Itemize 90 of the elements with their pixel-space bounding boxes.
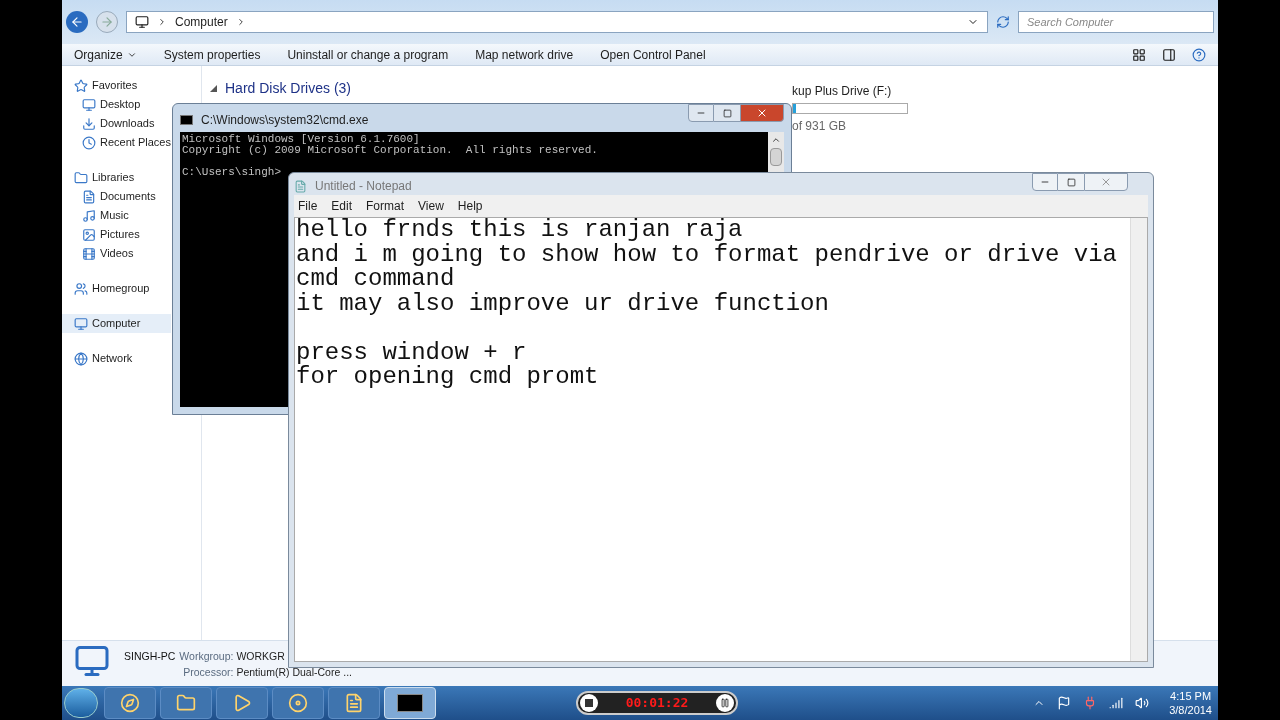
sidebar-icon <box>74 78 88 93</box>
forward-arrow-icon <box>100 15 114 29</box>
flag-icon[interactable] <box>1057 696 1072 710</box>
processor-value: Pentium(R) Dual-Core ... <box>236 664 352 680</box>
toolbar-button[interactable]: Map network drive <box>475 45 574 64</box>
console-output: Microsoft Windows [Version 6.1.7600] Copyright (c) 2009 Microsoft Corporation. All rights reserved. <box>182 134 598 156</box>
sidebar-item[interactable]: Desktop <box>62 95 171 114</box>
maximize-button[interactable] <box>714 104 740 122</box>
sidebar-item[interactable]: Libraries <box>62 168 171 187</box>
address-field[interactable]: Computer <box>126 11 988 33</box>
volume-icon[interactable] <box>1135 696 1150 710</box>
window-title: Untitled - Notepad <box>315 178 412 195</box>
minimize-button[interactable] <box>688 104 714 122</box>
console-prompt: C:\Users\singh> <box>182 167 282 178</box>
sidebar-item[interactable]: Videos <box>62 244 171 263</box>
computer-icon <box>74 643 110 679</box>
sidebar-icon <box>82 97 96 112</box>
stop-button[interactable] <box>580 694 598 712</box>
window-title: C:\Windows\system32\cmd.exe <box>201 112 369 129</box>
menu-item[interactable]: Help <box>457 197 483 215</box>
sidebar-icon <box>74 281 88 296</box>
sidebar-icon <box>82 208 96 223</box>
sidebar-item[interactable]: Homegroup <box>62 279 171 298</box>
pause-button[interactable] <box>716 694 734 712</box>
drive-free-space: of 931 GB <box>792 118 848 135</box>
sidebar-icon <box>82 189 96 204</box>
help-icon[interactable] <box>1192 47 1206 62</box>
signal-icon[interactable] <box>1109 696 1124 710</box>
sidebar-icon <box>82 135 96 150</box>
menu-item[interactable]: Format <box>366 197 405 215</box>
workgroup-value: WORKGR <box>236 649 286 664</box>
toolbar-button[interactable]: Organize <box>74 45 137 64</box>
sidebar-item[interactable]: Computer <box>62 314 171 333</box>
toolbar-button[interactable]: System properties <box>163 45 261 64</box>
toolbar-button[interactable]: Uninstall or change a program <box>287 45 449 64</box>
chevron-icon <box>157 17 167 27</box>
app-icon <box>232 693 252 713</box>
sidebar-item[interactable]: Documents <box>62 187 171 206</box>
close-button[interactable] <box>1084 173 1128 191</box>
menu-item[interactable]: View <box>418 197 444 215</box>
stop-icon <box>585 699 593 707</box>
scrollbar-thumb[interactable] <box>770 148 782 166</box>
maximize-icon <box>1066 177 1076 187</box>
menu-item[interactable]: File <box>298 197 318 215</box>
close-icon <box>1100 176 1112 188</box>
maximize-button[interactable] <box>1058 173 1084 191</box>
sidebar-item[interactable]: Network <box>62 349 171 368</box>
sidebar-item[interactable]: Music <box>62 206 171 225</box>
collapse-icon[interactable] <box>210 85 217 92</box>
close-icon <box>756 107 768 119</box>
close-button[interactable] <box>740 104 784 122</box>
processor-label: Processor: <box>182 664 234 680</box>
breadcrumb[interactable]: Computer <box>175 13 228 31</box>
sidebar-item[interactable]: Downloads <box>62 114 171 133</box>
view-options-icon[interactable] <box>1132 47 1146 62</box>
app-icon <box>120 693 140 713</box>
back-button[interactable] <box>66 11 88 33</box>
sidebar-item[interactable]: Favorites <box>62 76 171 95</box>
app-icon <box>288 693 308 713</box>
scrollbar[interactable] <box>1130 218 1147 661</box>
recording-timer: 00:01:22 <box>625 694 689 713</box>
start-button[interactable] <box>64 688 98 718</box>
console-icon <box>397 694 423 712</box>
app-icon <box>176 693 196 713</box>
sidebar-icon <box>82 227 96 242</box>
sidebar-icon <box>74 351 88 366</box>
refresh-icon[interactable] <box>996 15 1010 29</box>
preview-pane-icon[interactable] <box>1162 47 1176 62</box>
maximize-icon <box>722 108 732 118</box>
sidebar-item[interactable]: Pictures <box>62 225 171 244</box>
sidebar-icon <box>74 170 88 185</box>
console-icon <box>180 115 193 125</box>
clock[interactable]: 4:15 PM 3/8/2014 <box>1169 689 1212 717</box>
notepad-icon <box>294 179 307 193</box>
computer-icon <box>135 15 149 29</box>
computer-name: SINGH-PC <box>124 649 176 664</box>
forward-button[interactable] <box>96 11 118 33</box>
sidebar-icon <box>82 246 96 261</box>
pause-icon <box>720 698 730 708</box>
toolbar-button[interactable]: Open Control Panel <box>600 45 706 64</box>
drive-name: kup Plus Drive (F:) <box>792 83 893 100</box>
sidebar-icon <box>82 116 96 131</box>
sidebar-icon <box>74 316 88 331</box>
sidebar-item[interactable]: Recent Places <box>62 133 171 152</box>
app-icon <box>344 693 364 713</box>
menu-item[interactable]: Edit <box>331 197 353 215</box>
search-field[interactable]: Search Computer <box>1019 13 1213 31</box>
minimize-button[interactable] <box>1032 173 1058 191</box>
workgroup-label: Workgroup: <box>179 649 234 664</box>
section-heading: Hard Disk Drives (3) <box>225 79 351 98</box>
